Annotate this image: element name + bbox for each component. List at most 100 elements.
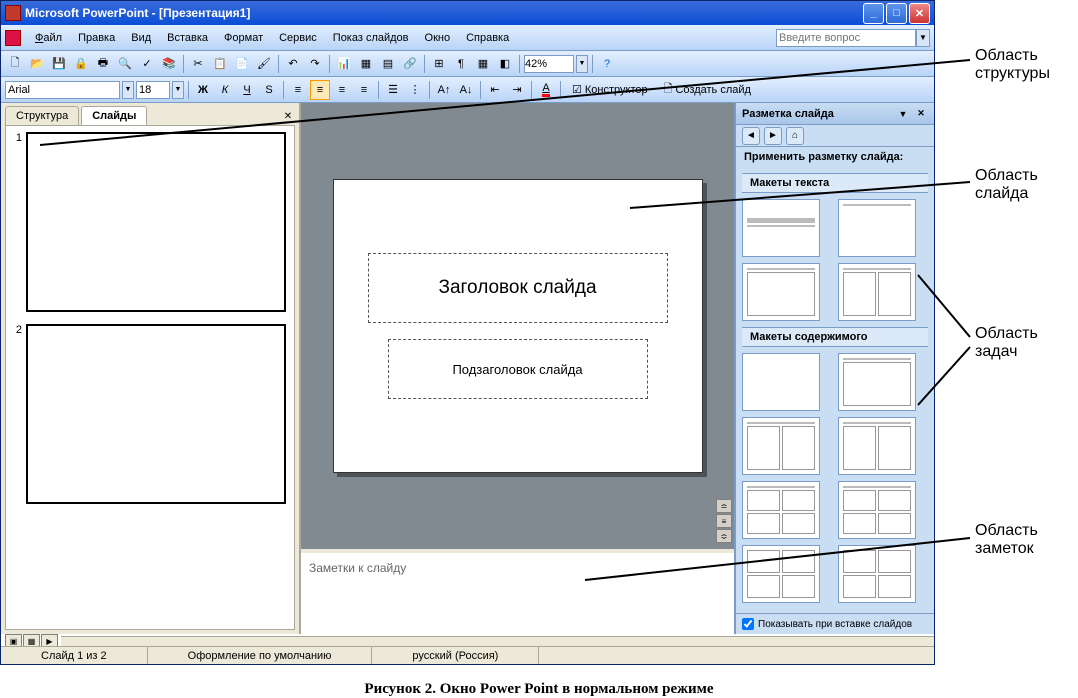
fontsize-dropdown-button[interactable]: ▼ [172,81,184,99]
align-left-icon[interactable]: ≡ [288,80,308,100]
spellcheck-icon[interactable]: ✓ [137,54,157,74]
layout-content-c[interactable] [742,481,820,539]
tables-borders-icon[interactable]: ▤ [378,54,398,74]
show-on-insert-checkbox[interactable] [742,618,754,630]
table-icon[interactable]: ▦ [356,54,376,74]
thumbnail-slide[interactable] [26,324,286,504]
thumbnails-area[interactable]: 1 2 [5,125,295,630]
cut-icon[interactable]: ✂ [188,54,208,74]
redo-icon[interactable]: ↷ [305,54,325,74]
italic-button[interactable]: К [215,80,235,100]
taskpane-close-icon[interactable]: ✕ [914,107,928,121]
layout-title-2col[interactable] [838,263,916,321]
nav-forward-icon[interactable]: ► [764,127,782,145]
tab-outline[interactable]: Структура [5,106,79,125]
copy-icon[interactable]: 📋 [210,54,230,74]
slide-canvas[interactable]: Заголовок слайда Подзаголовок слайда ≏ ≡… [301,103,734,549]
nav-back-icon[interactable]: ◄ [742,127,760,145]
open-icon[interactable]: 📂 [27,54,47,74]
numbering-icon[interactable]: ☰ [383,80,403,100]
thumbnail-row: 1 [12,132,288,312]
bullets-icon[interactable]: ⋮ [405,80,425,100]
font-dropdown-button[interactable]: ▼ [122,81,134,99]
thumbnail-number: 2 [12,324,26,504]
layout-blank[interactable] [742,353,820,411]
layout-content-f[interactable] [838,545,916,603]
menu-file[interactable]: Файл [27,30,70,46]
show-formatting-icon[interactable]: ¶ [451,54,471,74]
menu-tools[interactable]: Сервис [271,30,325,46]
new-icon[interactable]: 🗋 [5,54,25,74]
task-pane: Разметка слайда ▼ ✕ ◄ ► ⌂ Применить разм… [734,103,934,634]
new-slide-button[interactable]: 🗋 Создать слайд [657,80,758,100]
prev-slide-icon[interactable]: ≏ [716,499,732,513]
expand-all-icon[interactable]: ⊞ [429,54,449,74]
menu-slideshow[interactable]: Показ слайдов [325,30,417,46]
distributed-icon[interactable]: ≡ [354,80,374,100]
layout-content-b[interactable] [838,417,916,475]
menu-insert[interactable]: Вставка [159,30,216,46]
save-icon[interactable]: 💾 [49,54,69,74]
close-button[interactable]: ✕ [909,3,930,24]
zoom-dropdown-button[interactable]: ▼ [576,55,588,73]
align-center-icon[interactable]: ≡ [310,80,330,100]
layouts-scroll[interactable]: Макеты текста Макеты содержимого [736,167,934,613]
help-dropdown-button[interactable]: ▼ [916,29,930,47]
decrease-font-icon[interactable]: A↓ [456,80,476,100]
notes-pane[interactable]: Заметки к слайду [301,549,734,634]
increase-font-icon[interactable]: A↑ [434,80,454,100]
layout-content[interactable] [838,353,916,411]
next-slide-icon[interactable]: ≎ [716,529,732,543]
nav-home-icon[interactable]: ⌂ [786,127,804,145]
font-color-icon[interactable]: A [536,80,556,100]
underline-button[interactable]: Ч [237,80,257,100]
title-placeholder[interactable]: Заголовок слайда [368,253,668,323]
show-grid-icon[interactable]: ▦ [473,54,493,74]
menu-window[interactable]: Окно [417,30,459,46]
font-combo[interactable]: Arial [5,81,120,99]
designer-button[interactable]: ☑ Конструктор [565,80,655,100]
taskpane-dropdown-icon[interactable]: ▼ [896,107,910,121]
minimize-button[interactable]: _ [863,3,884,24]
color-grayscale-icon[interactable]: ◧ [495,54,515,74]
zoom-input[interactable] [524,55,574,73]
layout-title-text[interactable] [742,263,820,321]
paste-icon[interactable]: 📄 [232,54,252,74]
layout-content-e[interactable] [742,545,820,603]
help-search [776,29,916,47]
menu-edit[interactable]: Правка [70,30,123,46]
nav-menu-icon[interactable]: ≡ [716,514,732,528]
align-right-icon[interactable]: ≡ [332,80,352,100]
chart-icon[interactable]: 📊 [334,54,354,74]
maximize-button[interactable]: □ [886,3,907,24]
decrease-indent-icon[interactable]: ⇤ [485,80,505,100]
layout-content-a[interactable] [742,417,820,475]
undo-icon[interactable]: ↶ [283,54,303,74]
permission-icon[interactable]: 🔒 [71,54,91,74]
help-icon[interactable]: ? [597,54,617,74]
tab-slides[interactable]: Слайды [81,106,147,125]
pane-close-icon[interactable]: ✕ [281,109,295,123]
preview-icon[interactable]: 🔍 [115,54,135,74]
research-icon[interactable]: 📚 [159,54,179,74]
layout-title-only[interactable] [838,199,916,257]
menu-view[interactable]: Вид [123,30,159,46]
shadow-button[interactable]: S [259,80,279,100]
menu-format[interactable]: Формат [216,30,271,46]
annotation-notes: Область заметок [975,522,1078,558]
layout-content-d[interactable] [838,481,916,539]
layout-title-slide[interactable] [742,199,820,257]
doc-icon [5,30,21,46]
hyperlink-icon[interactable]: 🔗 [400,54,420,74]
format-painter-icon[interactable]: 🖌 [254,54,274,74]
increase-indent-icon[interactable]: ⇥ [507,80,527,100]
slide[interactable]: Заголовок слайда Подзаголовок слайда [333,179,703,473]
help-search-input[interactable] [776,29,916,47]
fontsize-combo[interactable]: 18 [136,81,170,99]
bold-button[interactable]: Ж [193,80,213,100]
separator [378,81,379,99]
menu-help[interactable]: Справка [458,30,517,46]
subtitle-placeholder[interactable]: Подзаголовок слайда [388,339,648,399]
thumbnail-slide[interactable] [26,132,286,312]
print-icon[interactable]: 🖶 [93,54,113,74]
